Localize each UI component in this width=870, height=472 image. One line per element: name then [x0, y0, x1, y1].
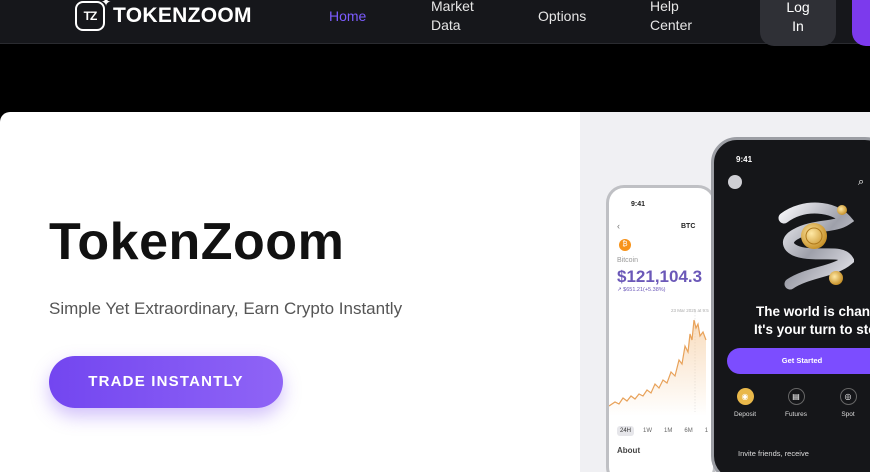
bitcoin-icon: ₿ [619, 239, 631, 251]
action-label: Futures [784, 411, 808, 418]
action-spot[interactable]: ◎ Spot [828, 388, 868, 418]
action-label: Spot [841, 411, 855, 418]
nav-link-help-center[interactable]: Help Center [650, 0, 692, 35]
range-selector: 24H 1W 1M 6M 1 [617, 426, 711, 436]
promo-headline: The world is changi It's your turn to st… [714, 303, 870, 339]
futures-icon: ▤ [787, 388, 805, 405]
range-24h[interactable]: 24H [617, 426, 635, 436]
price-change: ↗ $651.21(+5.38%) [617, 287, 666, 293]
range-1m[interactable]: 1M [661, 426, 675, 436]
phone-mockup-chart: 9:41 ‹ BTC ₿ Bitcoin $121,104.3 ↗ $651.2… [606, 185, 716, 472]
price-chart [609, 312, 707, 416]
phone-mockup-home: 9:41 ⌕ The world is changi It's your tur… [711, 137, 870, 472]
back-arrow-icon: ‹ [617, 221, 620, 231]
phone-status-time: 9:41 [736, 155, 753, 164]
promo-headline-line-2: It's your turn to step [754, 322, 870, 337]
action-futures[interactable]: ▤ Futures [776, 388, 816, 418]
logo-mark-text: TZ [83, 9, 98, 23]
coin-name: Bitcoin [617, 257, 639, 264]
signup-button[interactable] [852, 0, 870, 46]
nav-link-home[interactable]: Home [329, 7, 366, 26]
trading-pair: BTC [681, 223, 696, 230]
login-button[interactable]: Log In [760, 0, 836, 46]
coin-price: $121,104.3 [617, 267, 703, 286]
nav-link-market-data[interactable]: Market Data [431, 0, 474, 35]
range-1y[interactable]: 1 [702, 426, 711, 436]
logo[interactable]: TZ ✦ TOKENZOOM [75, 0, 252, 32]
range-1w[interactable]: 1W [640, 426, 655, 436]
page-title: TokenZoom [49, 213, 345, 271]
avatar [728, 175, 742, 189]
phone-status-time: 9:41 [631, 201, 646, 208]
nav-link-options[interactable]: Options [538, 7, 586, 26]
brand-name: TOKENZOOM [113, 4, 252, 27]
coin-icon: ◉ [736, 388, 754, 405]
promo-headline-line-1: The world is changi [755, 304, 870, 319]
spot-icon: ◎ [839, 388, 857, 405]
logo-icon: TZ ✦ [75, 0, 111, 31]
coins-illustration [778, 202, 854, 290]
search-icon: ⌕ [858, 176, 865, 188]
get-started-button[interactable]: Get Started [727, 348, 870, 374]
action-label: Deposit [733, 411, 757, 418]
about-heading: About [617, 446, 641, 455]
sparkle-icon: ✦ [100, 0, 111, 9]
action-deposit[interactable]: ◉ Deposit [725, 388, 765, 418]
trade-instantly-button[interactable]: TRADE INSTANTLY [49, 356, 283, 408]
top-nav: TZ ✦ TOKENZOOM Home Market Data Options … [0, 0, 870, 46]
range-6m[interactable]: 6M [681, 426, 695, 436]
hero-section: TokenZoom Simple Yet Extraordinary, Earn… [0, 112, 870, 472]
hero-subtitle: Simple Yet Extraordinary, Earn Crypto In… [49, 299, 403, 318]
